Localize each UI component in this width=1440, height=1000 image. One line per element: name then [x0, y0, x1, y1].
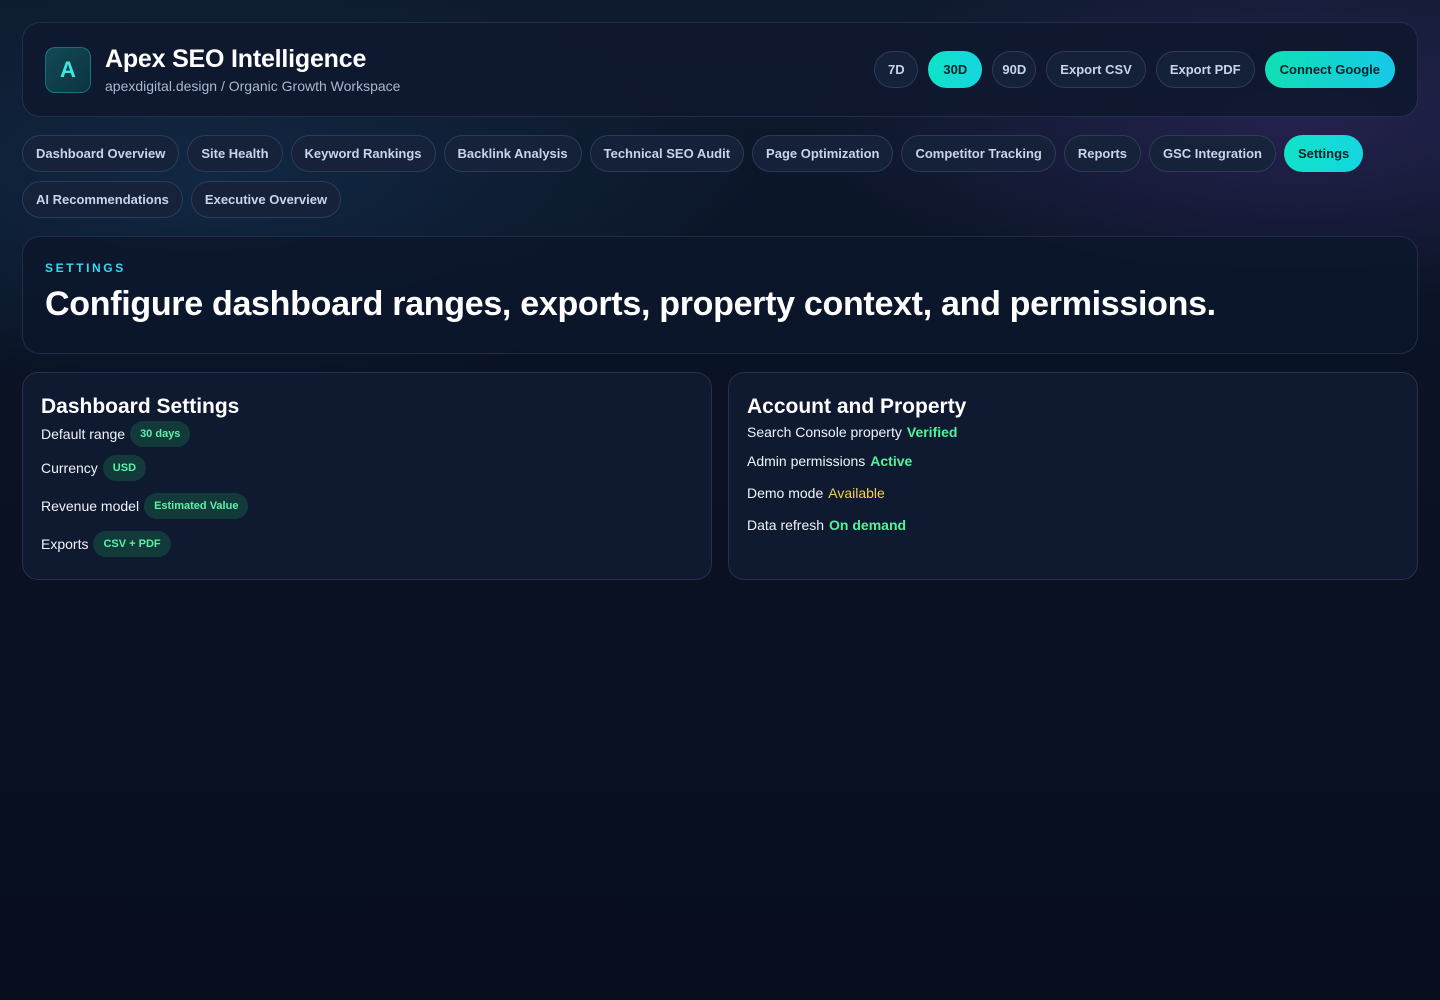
setting-value-badge: USD: [102, 455, 147, 481]
brand: A Apex SEO Intelligence apexdigital.desi…: [45, 45, 400, 94]
account-row-demo-mode: Demo mode Available: [747, 477, 1399, 509]
tab-technical-seo-audit[interactable]: Technical SEO Audit: [589, 135, 745, 172]
setting-label: Currency: [41, 460, 98, 476]
status-text: Verified: [906, 424, 958, 440]
tab-executive-overview[interactable]: Executive Overview: [190, 181, 342, 218]
tab-site-health[interactable]: Site Health: [187, 135, 283, 172]
status-text: Active: [870, 453, 913, 469]
tab-ai-recommendations[interactable]: AI Recommendations: [22, 181, 183, 218]
account-label: Admin permissions: [747, 453, 866, 469]
status-text: On demand: [829, 517, 907, 533]
account-row-data-refresh: Data refresh On demand: [747, 509, 1399, 541]
setting-label: Exports: [41, 536, 89, 552]
tab-settings[interactable]: Settings: [1283, 135, 1364, 172]
settings-hero: SETTINGS Configure dashboard ranges, exp…: [22, 236, 1418, 354]
page-title: Configure dashboard ranges, exports, pro…: [45, 285, 1216, 323]
main-nav: Dashboard Overview Site Health Keyword R…: [22, 135, 1382, 218]
setting-row-revenue-model: Revenue model Estimated Value: [41, 487, 693, 525]
tab-dashboard-overview[interactable]: Dashboard Overview: [22, 135, 180, 172]
export-csv-button[interactable]: Export CSV: [1046, 51, 1146, 88]
tab-page-optimization[interactable]: Page Optimization: [752, 135, 894, 172]
account-row-search-console: Search Console property Verified: [747, 419, 1399, 445]
section-eyebrow: SETTINGS: [45, 261, 126, 275]
tab-keyword-rankings[interactable]: Keyword Rankings: [290, 135, 436, 172]
account-property-panel: Account and Property Search Console prop…: [728, 372, 1418, 580]
tab-backlink-analysis[interactable]: Backlink Analysis: [443, 135, 582, 172]
account-label: Data refresh: [747, 517, 825, 533]
tab-reports[interactable]: Reports: [1063, 135, 1141, 172]
setting-label: Default range: [41, 426, 126, 442]
setting-row-default-range: Default range 30 days: [41, 419, 693, 449]
range-7d-button[interactable]: 7D: [874, 51, 919, 88]
account-row-admin-permissions: Admin permissions Active: [747, 445, 1399, 477]
workspace-subtitle: apexdigital.design / Organic Growth Work…: [105, 78, 401, 94]
setting-value-badge: 30 days: [130, 421, 191, 447]
export-pdf-button[interactable]: Export PDF: [1155, 51, 1255, 88]
logo-icon: A: [45, 46, 91, 93]
connect-google-button[interactable]: Connect Google: [1264, 51, 1395, 88]
status-text: Available: [828, 485, 885, 501]
app-title: Apex SEO Intelligence: [105, 45, 367, 73]
tab-gsc-integration[interactable]: GSC Integration: [1149, 135, 1276, 172]
panel-title: Account and Property: [747, 395, 967, 418]
app-root: A Apex SEO Intelligence apexdigital.desi…: [0, 0, 1440, 602]
setting-value-badge: CSV + PDF: [93, 531, 171, 557]
setting-value-badge: Estimated Value: [144, 493, 249, 519]
dashboard-settings-panel: Dashboard Settings Default range 30 days…: [22, 372, 712, 580]
range-90d-button[interactable]: 90D: [992, 51, 1037, 88]
setting-label: Revenue model: [41, 498, 140, 514]
tab-competitor-tracking[interactable]: Competitor Tracking: [901, 135, 1056, 172]
panel-title: Dashboard Settings: [41, 395, 240, 418]
settings-panels: Dashboard Settings Default range 30 days…: [22, 372, 1418, 580]
top-bar: A Apex SEO Intelligence apexdigital.desi…: [22, 22, 1418, 117]
account-label: Search Console property: [747, 424, 902, 440]
setting-row-currency: Currency USD: [41, 449, 693, 487]
setting-row-exports: Exports CSV + PDF: [41, 525, 693, 563]
range-30d-button[interactable]: 30D: [928, 51, 983, 88]
header-actions: 7D 30D 90D Export CSV Export PDF Connect…: [874, 51, 1395, 88]
account-label: Demo mode: [747, 485, 824, 501]
